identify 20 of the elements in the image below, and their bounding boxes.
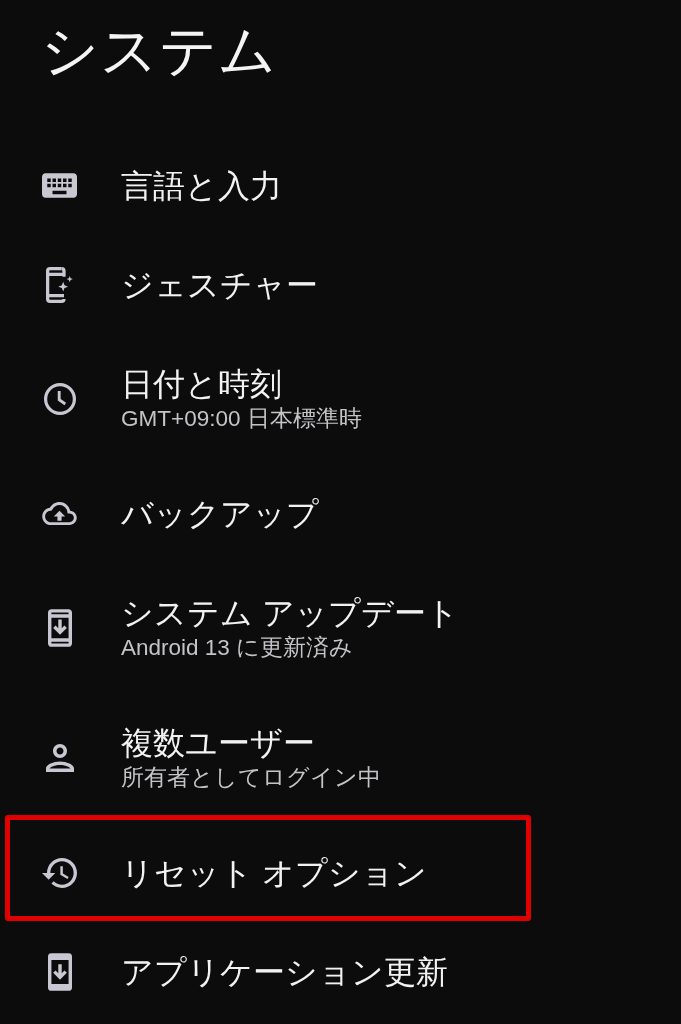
setting-title[interactable]: リセット オプション (121, 853, 427, 892)
setting-title[interactable]: システム アップデート (121, 594, 459, 632)
keyboard-icon (42, 173, 77, 198)
clock-icon (43, 383, 76, 415)
cloud-upload-icon (42, 502, 77, 525)
setting-summary: 所有者としてログイン中 (121, 764, 381, 792)
phone-download-icon (47, 952, 72, 991)
phone-download-icon (47, 609, 72, 647)
setting-title[interactable]: 複数ユーザー (121, 724, 315, 762)
phone-sparkle-icon (46, 266, 73, 303)
history-icon (42, 857, 77, 888)
setting-summary: GMT+09:00 日本標準時 (121, 405, 362, 433)
setting-title[interactable]: 日付と時刻 (121, 365, 282, 403)
setting-title[interactable]: バックアップ (121, 494, 319, 533)
setting-summary: Android 13 に更新済み (121, 634, 354, 662)
setting-title[interactable]: 言語と入力 (121, 166, 282, 205)
person-icon (45, 744, 74, 772)
setting-title[interactable]: アプリケーション更新 (121, 952, 448, 991)
page-title: システム (41, 17, 277, 84)
setting-title[interactable]: ジェスチャー (121, 265, 318, 304)
